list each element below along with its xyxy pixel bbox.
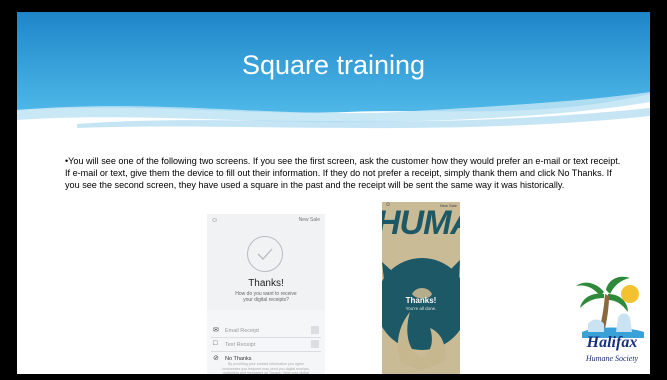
- person-icon[interactable]: ☺: [211, 217, 218, 224]
- brand-wordmark: HUMANE: [382, 204, 460, 242]
- logo-name: Halifax: [586, 334, 638, 351]
- receipt-choice-screen: ☺ New Sale Thanks! How do you want to re…: [207, 214, 325, 374]
- thanks-heading: Thanks!: [248, 278, 284, 289]
- done-subtext: You're all done.: [405, 306, 437, 311]
- email-send-button[interactable]: [311, 326, 319, 334]
- chat-icon: □: [213, 340, 218, 347]
- text-placeholder: Text Receipt: [225, 342, 256, 348]
- email-receipt-field[interactable]: ✉ Email Receipt: [211, 324, 321, 338]
- palm-tree-icon: [576, 276, 644, 338]
- text-send-button[interactable]: [311, 340, 319, 348]
- instructions-text: •You will see one of the following two s…: [65, 156, 621, 190]
- receipt-question: How do you want to receive your digital …: [235, 291, 297, 303]
- thanks-branded-screen: ☺ New Sale HUMANE Thanks! You're all don…: [382, 202, 460, 374]
- new-sale-link[interactable]: New Sale: [299, 217, 320, 223]
- slide: Square training •You will see one of the…: [17, 12, 650, 374]
- text-receipt-field[interactable]: □ Text Receipt: [211, 338, 321, 352]
- email-icon: ✉: [213, 327, 219, 334]
- halifax-humane-society-logo: Halifax Humane Society: [574, 274, 650, 374]
- fine-print: By providing your contact information yo…: [222, 362, 310, 374]
- no-icon: ⊘: [213, 355, 219, 362]
- email-placeholder: Email Receipt: [225, 328, 259, 334]
- logo-subtitle: Humane Society: [585, 354, 639, 363]
- page-title: Square training: [241, 50, 426, 80]
- checkmark-icon: [247, 236, 283, 272]
- thanks-heading: Thanks!: [405, 296, 437, 305]
